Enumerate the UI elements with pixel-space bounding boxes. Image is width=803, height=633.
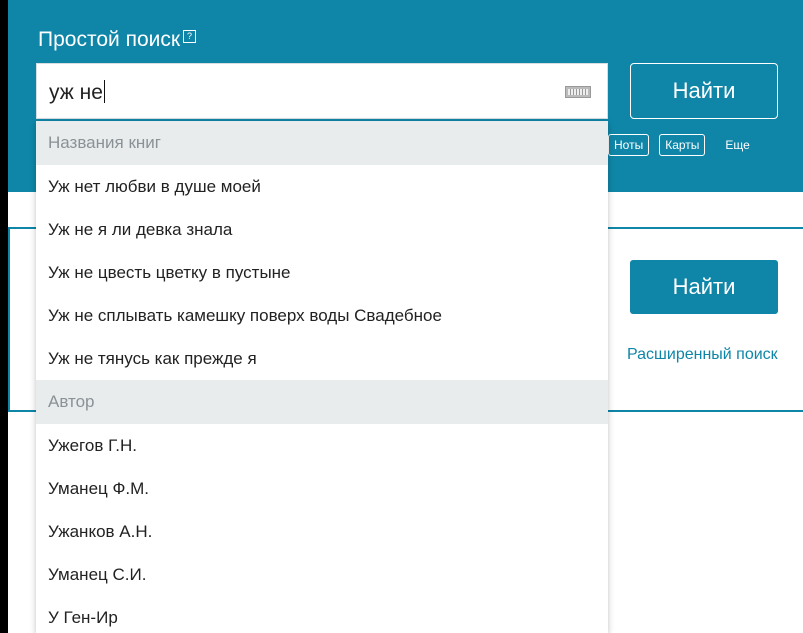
author-suggestion[interactable]: Уманец Ф.М. xyxy=(36,467,608,510)
book-suggestion[interactable]: Уж не тянусь как прежде я xyxy=(36,337,608,380)
category-tabs: Ноты Карты Еще xyxy=(608,134,750,156)
book-suggestion[interactable]: Уж нет любви в душе моей xyxy=(36,165,608,208)
author-suggestion[interactable]: У Ген-Ир xyxy=(36,596,608,633)
search-input-value[interactable]: уж не xyxy=(49,80,105,105)
book-suggestion[interactable]: Уж не я ли девка знала xyxy=(36,208,608,251)
keyboard-icon[interactable] xyxy=(565,86,591,98)
help-icon[interactable]: ? xyxy=(183,30,197,43)
book-suggestion[interactable]: Уж не цвесть цветку в пустыне xyxy=(36,251,608,294)
author-suggestion[interactable]: Ужегов Г.Н. xyxy=(36,424,608,467)
search-input[interactable]: уж не xyxy=(36,63,608,119)
author-suggestion[interactable]: Уманец С.И. xyxy=(36,553,608,596)
author-suggestion[interactable]: Ужанков А.Н. xyxy=(36,510,608,553)
advanced-search-link[interactable]: Расширенный поиск xyxy=(627,346,778,364)
page-title: Простой поиск? xyxy=(38,28,197,52)
page-frame: Простой поиск? уж не Найти Ноты Карты Ещ… xyxy=(8,0,803,633)
panel-border-left xyxy=(8,227,10,412)
find-button[interactable]: Найти xyxy=(630,260,778,314)
tab-maps[interactable]: Карты xyxy=(659,134,706,156)
text-caret xyxy=(103,80,105,103)
suggestions-dropdown: Названия книг Уж нет любви в душе моей У… xyxy=(36,121,608,633)
search-text: уж не xyxy=(49,81,103,104)
authors-group-header: Автор xyxy=(36,380,608,424)
book-suggestion[interactable]: Уж не сплывать камешку поверх воды Сваде… xyxy=(36,294,608,337)
tab-more[interactable]: Еще xyxy=(725,138,749,152)
page-title-text: Простой поиск xyxy=(38,28,181,51)
books-group-header: Названия книг xyxy=(36,121,608,165)
tab-notes[interactable]: Ноты xyxy=(608,134,650,156)
find-button-top[interactable]: Найти xyxy=(630,63,778,119)
